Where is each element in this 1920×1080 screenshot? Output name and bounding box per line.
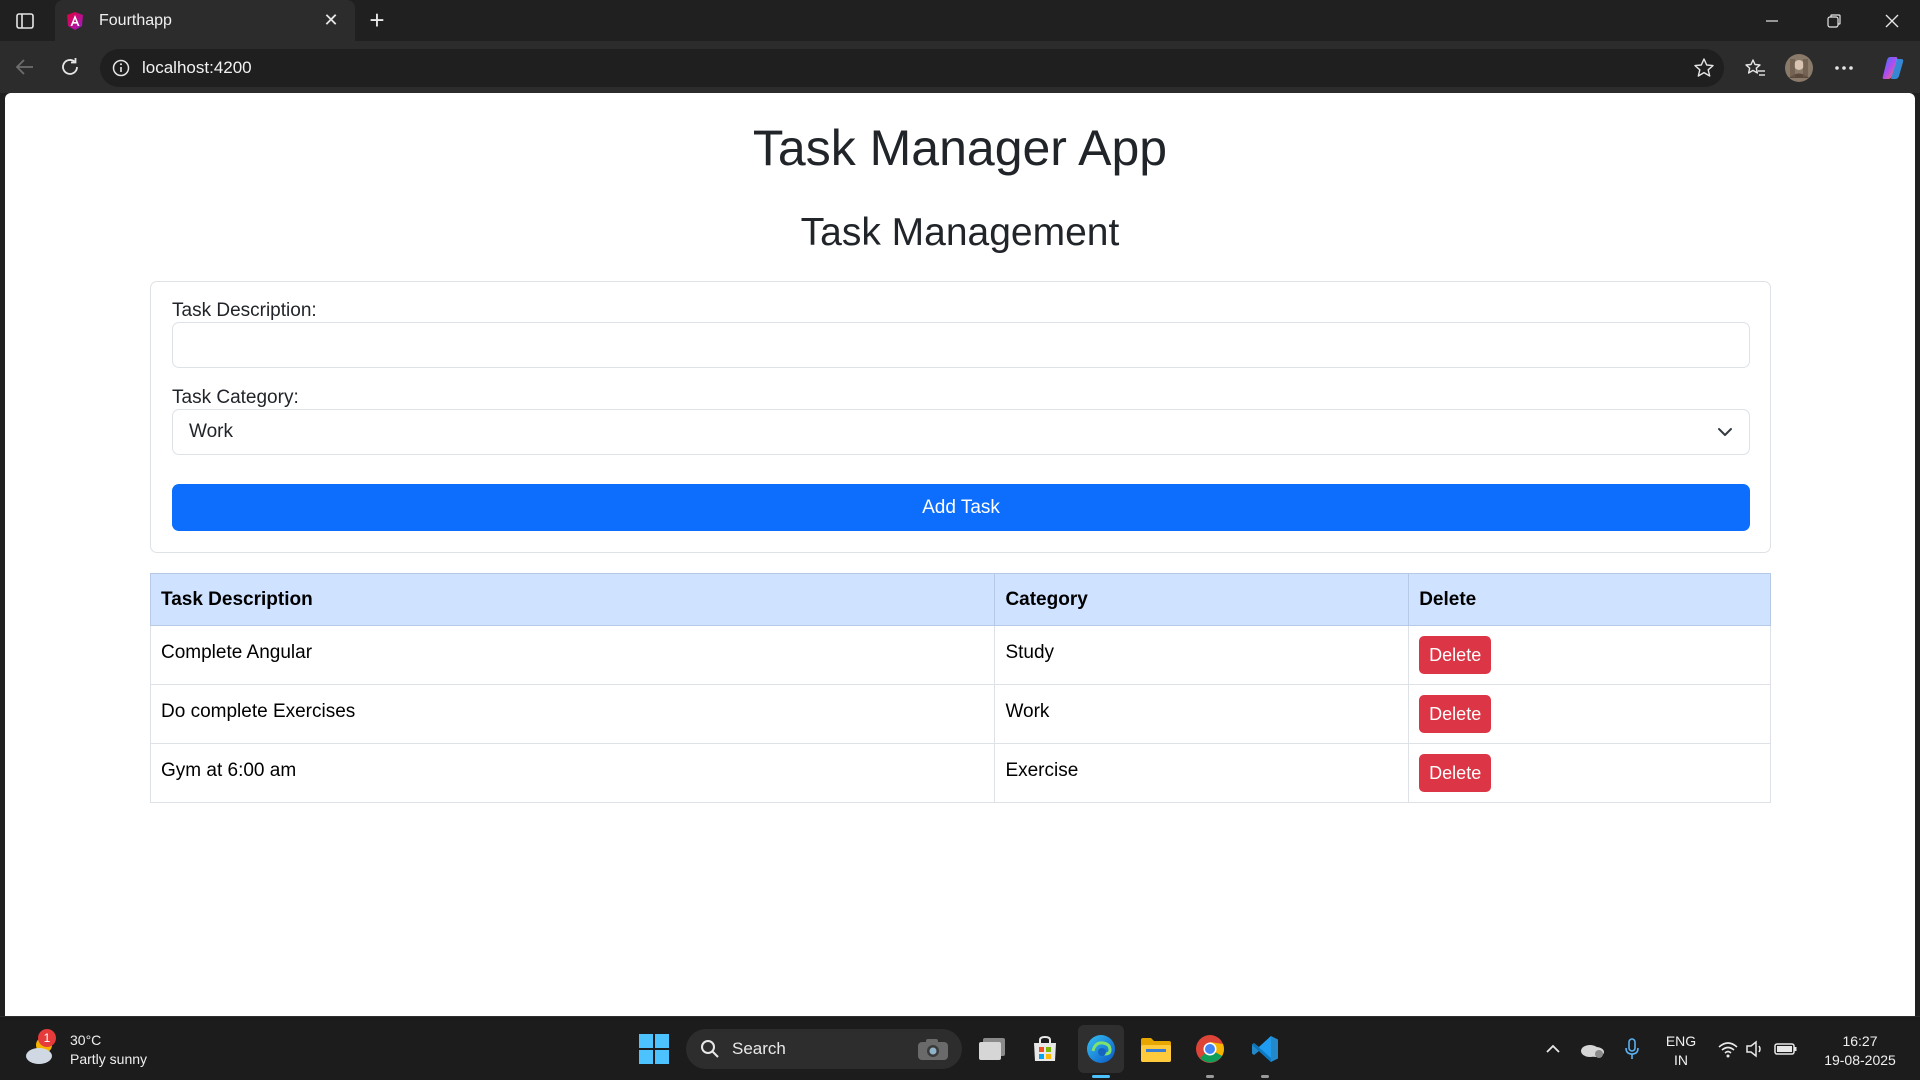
task-category-cell: Study [994,625,1410,685]
task-table: Task Description Category Delete Complet… [149,573,1771,803]
header-category: Category [994,573,1410,626]
battery-icon[interactable] [1768,1031,1804,1067]
delete-button[interactable]: Delete [1419,636,1492,674]
delete-cell: Delete [1408,625,1771,685]
task-description-label: Task Description: [172,300,317,321]
windows-start-icon[interactable] [636,1031,672,1067]
vscode-icon[interactable] [1247,1031,1283,1067]
add-task-button[interactable]: Add Task [172,484,1750,531]
browser-tab[interactable]: Fourthapp ✕ [55,0,355,41]
edge-browser-icon[interactable] [1083,1031,1119,1067]
task-category-select[interactable]: Work [172,409,1750,455]
task-view-icon[interactable] [974,1031,1010,1067]
task-category-cell: Work [994,684,1410,744]
close-window-icon[interactable] [1864,0,1920,41]
task-category-value: Work [189,421,233,442]
angular-icon [67,11,83,30]
table-row: Complete Angular Study Delete [149,625,1771,685]
task-category-label: Task Category: [172,387,299,408]
partly-sunny-icon: 1 [24,1029,58,1067]
section-title: Task Management [800,211,1120,254]
tab-actions-icon[interactable] [10,9,40,33]
task-description-cell: Complete Angular [149,625,996,685]
notification-badge: 1 [38,1029,56,1047]
chevron-up-icon[interactable] [1535,1031,1571,1067]
clock[interactable]: 16:27 19-08-2025 [1812,1032,1908,1070]
vscode-running-indicator [1261,1075,1269,1078]
chevron-down-icon [1718,428,1732,436]
task-category-cell: Exercise [994,743,1410,803]
close-tab-icon[interactable]: ✕ [319,10,343,31]
copilot-icon[interactable] [1876,51,1910,85]
page-viewport: Task Manager App Task Management Task De… [5,93,1915,1016]
file-explorer-icon[interactable] [1138,1031,1174,1067]
back-icon[interactable] [9,51,41,83]
chrome-running-indicator [1206,1075,1214,1078]
tab-title: Fourthapp [99,11,172,29]
table-row: Gym at 6:00 am Exercise Delete [149,743,1771,803]
delete-button[interactable]: Delete [1419,754,1492,792]
task-description-input[interactable] [172,322,1750,368]
favorite-star-icon[interactable] [1684,49,1724,87]
camera-icon [918,1039,948,1060]
delete-cell: Delete [1408,743,1771,803]
table-header-row: Task Description Category Delete [149,573,1771,626]
favorites-icon[interactable] [1738,51,1772,85]
page-title: Task Manager App [752,120,1168,176]
info-icon[interactable] [112,59,130,77]
task-form-card: Task Description: Task Category: Work Ad… [150,281,1771,553]
edge-running-indicator [1092,1075,1110,1078]
search-icon [701,1040,719,1058]
delete-button[interactable]: Delete [1419,695,1492,733]
profile-avatar[interactable] [1782,51,1816,85]
minimize-icon[interactable] [1744,0,1800,41]
microphone-icon[interactable] [1614,1031,1650,1067]
clock-time: 16:27 [1842,1033,1878,1049]
language-indicator[interactable]: ENG IN [1664,1032,1698,1070]
new-tab-icon[interactable]: + [362,6,392,36]
table-row: Do complete Exercises Work Delete [149,684,1771,744]
chrome-icon[interactable] [1192,1031,1228,1067]
onedrive-icon[interactable] [1574,1031,1610,1067]
delete-cell: Delete [1408,684,1771,744]
weather-description: Partly sunny [70,1051,148,1067]
windows-taskbar: 1 30°C Partly sunny Search ENG IN 16:27 … [0,1016,1920,1080]
restore-icon[interactable] [1806,0,1862,41]
clock-date: 19-08-2025 [1824,1052,1896,1068]
weather-widget[interactable]: 1 30°C Partly sunny [24,1029,148,1069]
header-delete: Delete [1408,573,1771,626]
task-description-cell: Do complete Exercises [149,684,996,744]
url-text: localhost:4200 [142,58,252,77]
task-description-cell: Gym at 6:00 am [149,743,996,803]
weather-temperature: 30°C [70,1032,102,1048]
taskbar-search[interactable]: Search [686,1029,962,1069]
reload-icon[interactable] [54,51,86,83]
browser-tab-bar: Fourthapp ✕ + [0,0,1920,41]
more-options-icon[interactable] [1827,51,1861,85]
address-input[interactable]: localhost:4200 [100,49,1724,87]
address-bar-row: localhost:4200 [0,41,1920,93]
header-task-description: Task Description [149,573,996,626]
search-label: Search [732,1039,786,1058]
microsoft-store-icon[interactable] [1027,1031,1063,1067]
